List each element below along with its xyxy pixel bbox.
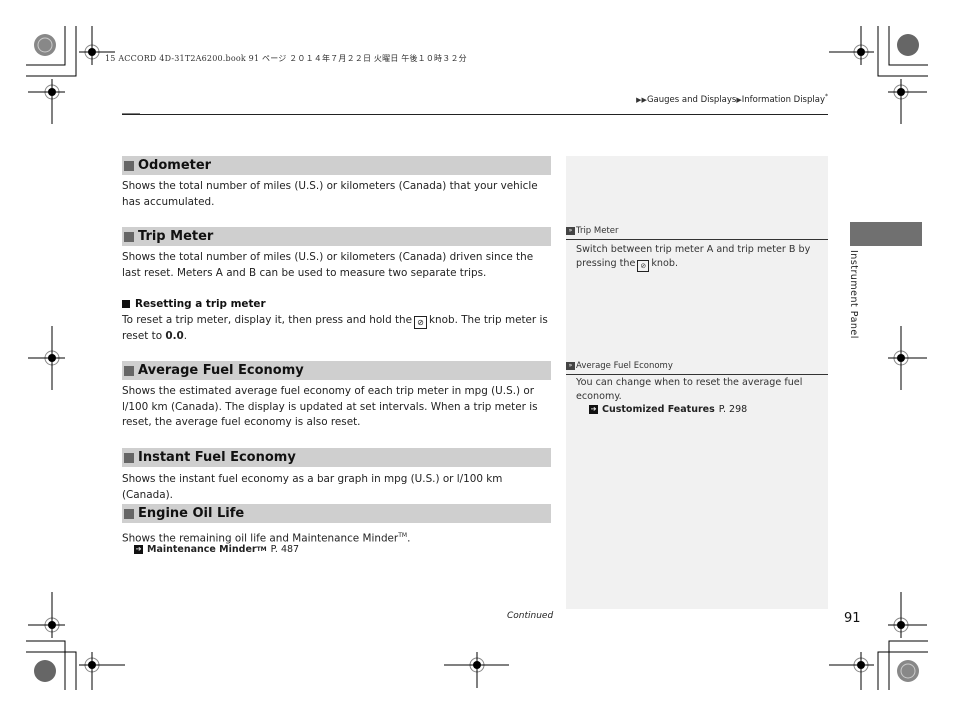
text: Switch between trip meter A and trip met…: [576, 244, 811, 269]
breadcrumb-asterisk: *: [825, 93, 828, 100]
text: knob.: [651, 257, 679, 269]
section-body-average-fuel-economy: Shows the estimated average fuel economy…: [122, 385, 538, 428]
text: To reset a trip meter, display it, then …: [122, 314, 413, 326]
trademark: TM: [398, 532, 408, 539]
breadcrumb-arrow-icon: ▶▶: [636, 95, 647, 104]
breadcrumb: ▶▶Gauges and Displays▶Information Displa…: [636, 93, 828, 105]
subsection-heading-resetting: Resetting a trip meter: [122, 298, 266, 310]
section-title: Trip Meter: [138, 229, 214, 244]
xref-page[interactable]: P. 487: [271, 544, 299, 555]
subheading-square-icon: [122, 300, 130, 308]
section-title: Instant Fuel Economy: [138, 450, 296, 465]
color-target-icon: [34, 34, 56, 56]
sidebar-note-title-average-fuel-economy: » Average Fuel Economy: [566, 361, 673, 371]
section-body-instant-fuel-economy: Shows the instant fuel economy as a bar …: [122, 473, 503, 501]
section-body-trip-meter: Shows the total number of miles (U.S.) o…: [122, 251, 534, 279]
note-title: Trip Meter: [576, 226, 619, 236]
section-heading-engine-oil-life: Engine Oil Life: [122, 504, 551, 523]
xref-label[interactable]: Customized Features: [602, 404, 715, 415]
chapter-tab-marker: [850, 222, 922, 246]
section-heading-average-fuel-economy: Average Fuel Economy: [122, 361, 551, 380]
header-rule: [122, 114, 828, 115]
section-body-odometer: Shows the total number of miles (U.S.) o…: [122, 180, 538, 208]
subsection-title: Resetting a trip meter: [135, 298, 266, 310]
breadcrumb-item-information-display[interactable]: Information Display: [742, 95, 825, 105]
note-title: Average Fuel Economy: [576, 361, 673, 371]
note-marker-icon: »: [566, 227, 575, 235]
heading-square-icon: [124, 160, 134, 171]
print-job-header: 15 ACCORD 4D-31T2A6200.book 91 ページ ２０１４年…: [105, 54, 467, 63]
section-title: Engine Oil Life: [138, 506, 245, 521]
heading-square-icon: [124, 231, 134, 242]
page-number: 91: [844, 611, 861, 626]
xref-arrow-icon: ➔: [134, 545, 143, 554]
heading-square-icon: [124, 508, 134, 519]
section-heading-instant-fuel-economy: Instant Fuel Economy: [122, 448, 551, 467]
xref-label[interactable]: Maintenance Minder: [147, 544, 257, 555]
sidebar-note-body-average-fuel-economy: You can change when to reset the average…: [576, 377, 803, 402]
text: .: [183, 330, 188, 342]
select-reset-knob-icon: ⊘: [637, 259, 650, 272]
text: .: [407, 532, 411, 545]
section-heading-odometer: Odometer: [122, 156, 551, 175]
sidebar-note-title-trip-meter: » Trip Meter: [566, 226, 619, 236]
trademark: TM: [256, 546, 267, 553]
chapter-tab-label: Instrument Panel: [848, 250, 859, 339]
section-heading-trip-meter: Trip Meter: [122, 227, 551, 246]
heading-square-icon: [124, 365, 134, 376]
note-marker-icon: »: [566, 362, 575, 370]
text: Shows the remaining oil life and Mainten…: [122, 532, 399, 545]
select-reset-knob-icon: ⊘: [414, 316, 428, 329]
xref-page[interactable]: P. 298: [719, 404, 747, 415]
reset-value: 0.0: [165, 330, 184, 342]
section-title: Odometer: [138, 158, 212, 173]
subsection-body-resetting: To reset a trip meter, display it, then …: [122, 313, 552, 345]
sidebar-note-body-trip-meter: Switch between trip meter A and trip met…: [576, 243, 816, 272]
section-title: Average Fuel Economy: [138, 363, 304, 378]
heading-square-icon: [124, 452, 134, 463]
sidebar-note-rule: [566, 374, 828, 375]
sidebar-note-rule: [566, 239, 828, 240]
continued-label: Continued: [507, 611, 554, 621]
xref-customized-features[interactable]: ➔ Customized Features P. 298: [589, 404, 747, 415]
xref-maintenance-minder[interactable]: ➔ Maintenance Minder TM P. 487: [134, 544, 299, 555]
xref-arrow-icon: ➔: [589, 405, 598, 414]
breadcrumb-item-gauges[interactable]: Gauges and Displays: [647, 95, 736, 105]
